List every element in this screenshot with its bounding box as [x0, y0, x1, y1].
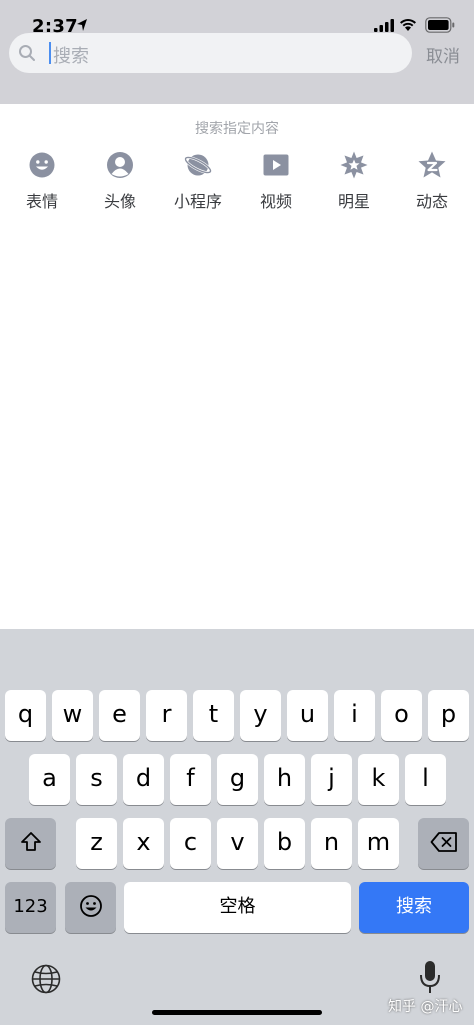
numbers-key[interactable]: 123 [5, 882, 56, 933]
category-star[interactable]: 明星 [315, 150, 393, 212]
globe-icon[interactable] [30, 963, 62, 995]
avatar-icon [107, 152, 133, 178]
search-placeholder: 搜索 [53, 46, 89, 67]
key-i[interactable]: i [334, 690, 375, 741]
key-j[interactable]: j [311, 754, 352, 805]
key-w[interactable]: w [52, 690, 93, 741]
wifi-icon [400, 19, 416, 31]
keyboard: q w e r t y u i o p a s d f g h j k l z … [0, 629, 474, 1025]
location-arrow-icon [77, 19, 87, 31]
category-label: 小程序 [173, 192, 222, 211]
category-feed[interactable]: 动态 [393, 150, 471, 212]
category-video[interactable]: 视频 [237, 150, 315, 212]
emoji-key[interactable] [65, 882, 116, 933]
key-d[interactable]: d [123, 754, 164, 805]
key-g[interactable]: g [217, 754, 258, 805]
home-indicator [152, 1010, 322, 1015]
key-n[interactable]: n [311, 818, 352, 869]
cellular-signal-icon [374, 19, 394, 32]
star-badge-icon [340, 151, 368, 179]
search-input[interactable]: 搜索 [9, 33, 412, 73]
category-avatar[interactable]: 头像 [81, 150, 159, 212]
search-icon [19, 45, 35, 61]
play-icon [263, 154, 289, 176]
shift-key[interactable] [5, 818, 56, 869]
watermark: 知乎 @汗心 [388, 999, 463, 1015]
key-s[interactable]: s [76, 754, 117, 805]
key-e[interactable]: e [99, 690, 140, 741]
backspace-icon [430, 832, 457, 852]
space-key[interactable]: 空格 [124, 882, 351, 933]
key-b[interactable]: b [264, 818, 305, 869]
smiley-icon [29, 152, 55, 178]
search-header: 2:37 搜索 取消 [0, 0, 474, 104]
search-return-key[interactable]: 搜索 [359, 882, 469, 933]
microphone-icon[interactable] [418, 960, 442, 996]
shift-arrow-icon [20, 832, 41, 851]
text-caret [49, 42, 51, 64]
category-label: 表情 [25, 192, 58, 211]
key-x[interactable]: x [123, 818, 164, 869]
category-label: 动态 [415, 192, 448, 211]
delete-key[interactable] [418, 818, 469, 869]
key-q[interactable]: q [5, 690, 46, 741]
key-a[interactable]: a [29, 754, 70, 805]
planet-icon [184, 154, 212, 176]
key-t[interactable]: t [193, 690, 234, 741]
category-emoji[interactable]: 表情 [3, 150, 81, 212]
key-m[interactable]: m [358, 818, 399, 869]
star-z-icon [418, 151, 446, 178]
status-bar: 2:37 [0, 0, 474, 37]
emoji-face-icon [79, 895, 102, 917]
key-o[interactable]: o [381, 690, 422, 741]
key-p[interactable]: p [428, 690, 469, 741]
key-f[interactable]: f [170, 754, 211, 805]
key-u[interactable]: u [287, 690, 328, 741]
key-r[interactable]: r [146, 690, 187, 741]
battery-icon [425, 17, 455, 33]
key-k[interactable]: k [358, 754, 399, 805]
key-v[interactable]: v [217, 818, 258, 869]
search-hint: 搜索指定内容 [195, 121, 279, 137]
key-c[interactable]: c [170, 818, 211, 869]
key-h[interactable]: h [264, 754, 305, 805]
category-label: 明星 [337, 192, 370, 211]
key-z[interactable]: z [76, 818, 117, 869]
category-label: 头像 [103, 192, 136, 211]
cancel-button[interactable]: 取消 [426, 42, 460, 67]
key-y[interactable]: y [240, 690, 281, 741]
category-label: 视频 [259, 192, 292, 211]
key-l[interactable]: l [405, 754, 446, 805]
category-mini-program[interactable]: 小程序 [159, 150, 237, 212]
